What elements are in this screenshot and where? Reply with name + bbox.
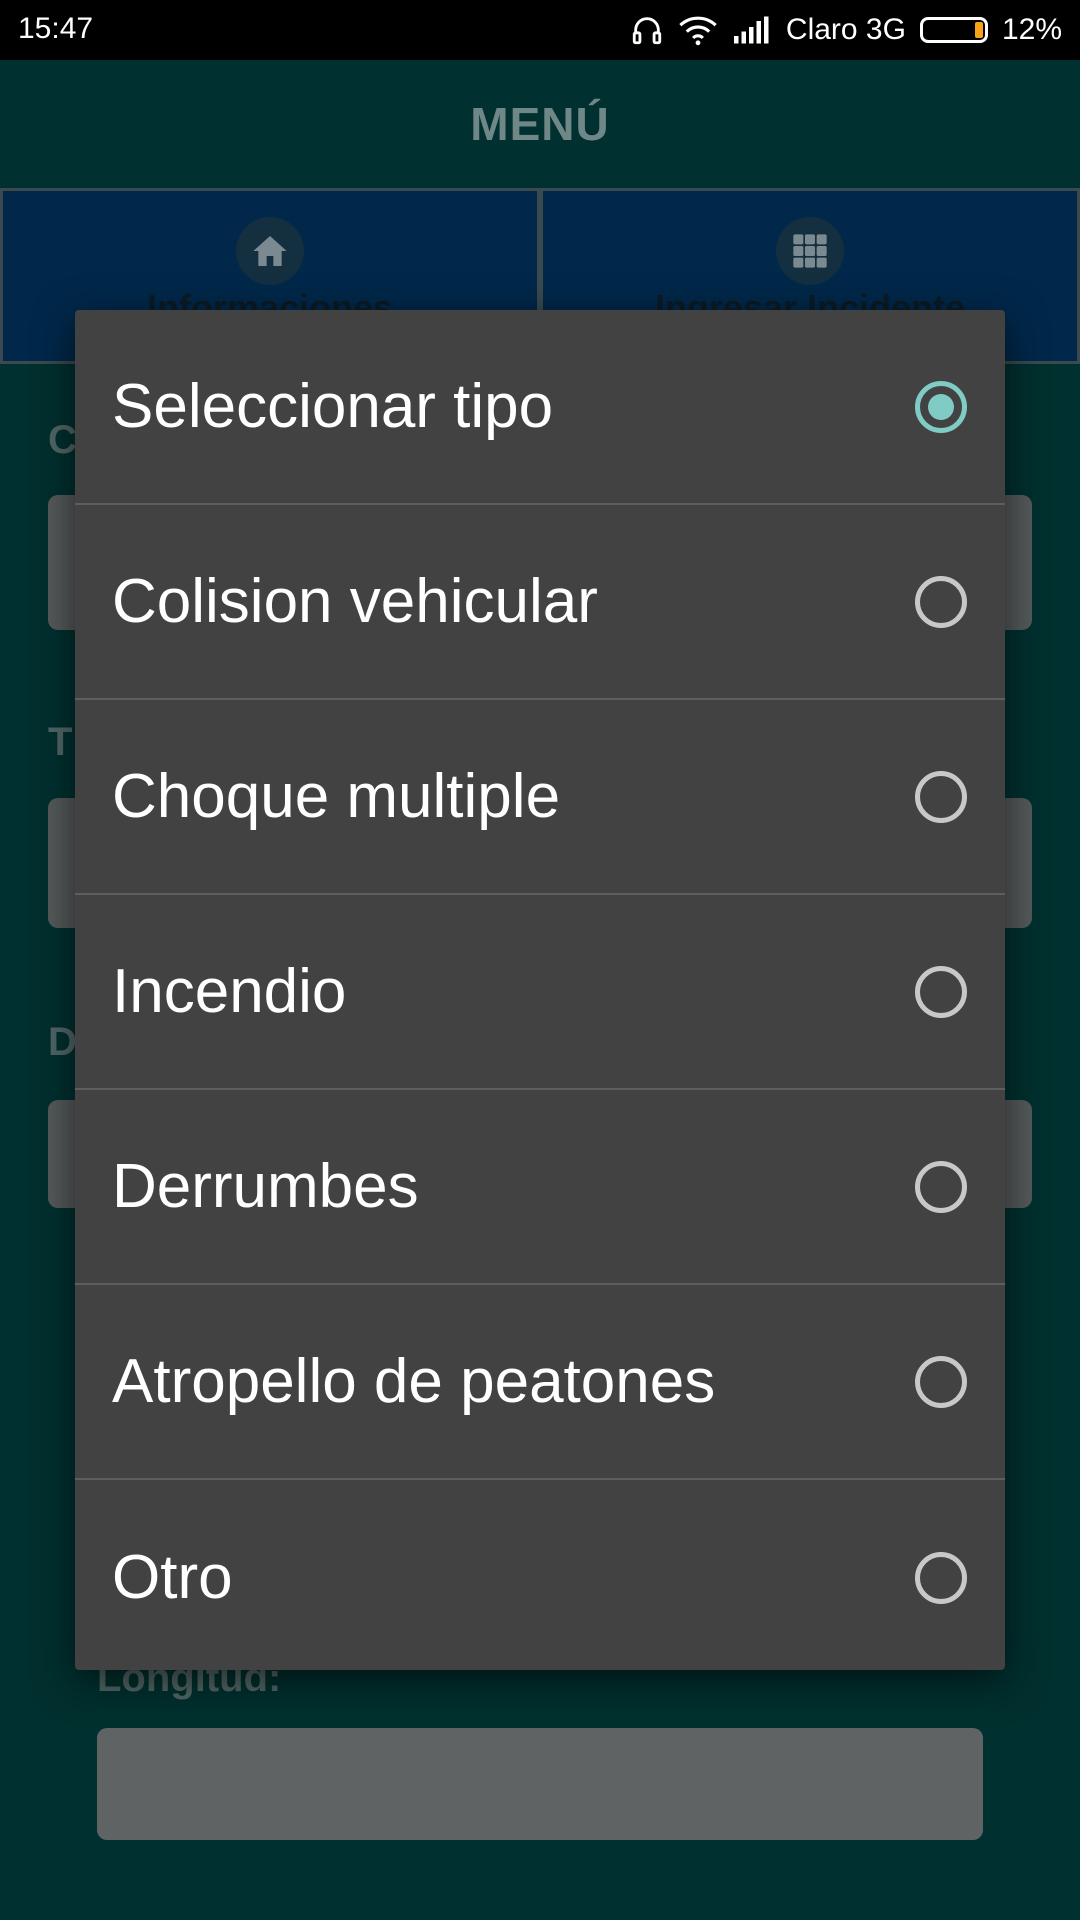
option-label: Seleccionar tipo [112,372,554,441]
type-select-dialog: Seleccionar tipo Colision vehicular Choq… [75,310,1005,1670]
radio-unchecked-icon[interactable] [915,965,967,1018]
option-label: Atropello de peatones [112,1347,716,1416]
carrier-label: Claro 3G [785,13,906,46]
option-label: Colision vehicular [112,567,598,636]
option-label: Otro [112,1543,233,1612]
option-derrumbes[interactable]: Derrumbes [75,1090,1005,1285]
option-incendio[interactable]: Incendio [75,895,1005,1090]
wifi-icon [678,14,718,46]
signal-icon [732,15,772,45]
battery-icon [919,17,988,43]
radio-unchecked-icon[interactable] [915,1355,967,1408]
status-time: 15:47 [18,12,94,45]
radio-checked-icon[interactable] [915,380,967,433]
option-choque-multiple[interactable]: Choque multiple [75,700,1005,895]
radio-unchecked-icon[interactable] [915,575,967,628]
headphones-icon [630,13,664,47]
option-label: Derrumbes [112,1152,419,1221]
radio-unchecked-icon[interactable] [915,770,967,823]
radio-unchecked-icon[interactable] [915,1551,967,1604]
option-otro[interactable]: Otro [75,1480,1005,1675]
status-bar: 15:47 Claro 3G 12% [0,0,1080,60]
battery-percent: 12% [1001,13,1062,46]
option-label: Incendio [112,957,347,1026]
radio-unchecked-icon[interactable] [915,1160,967,1213]
option-atropello-de-peatones[interactable]: Atropello de peatones [75,1285,1005,1480]
option-colision-vehicular[interactable]: Colision vehicular [75,505,1005,700]
option-seleccionar-tipo[interactable]: Seleccionar tipo [75,310,1005,505]
option-label: Choque multiple [112,762,561,831]
